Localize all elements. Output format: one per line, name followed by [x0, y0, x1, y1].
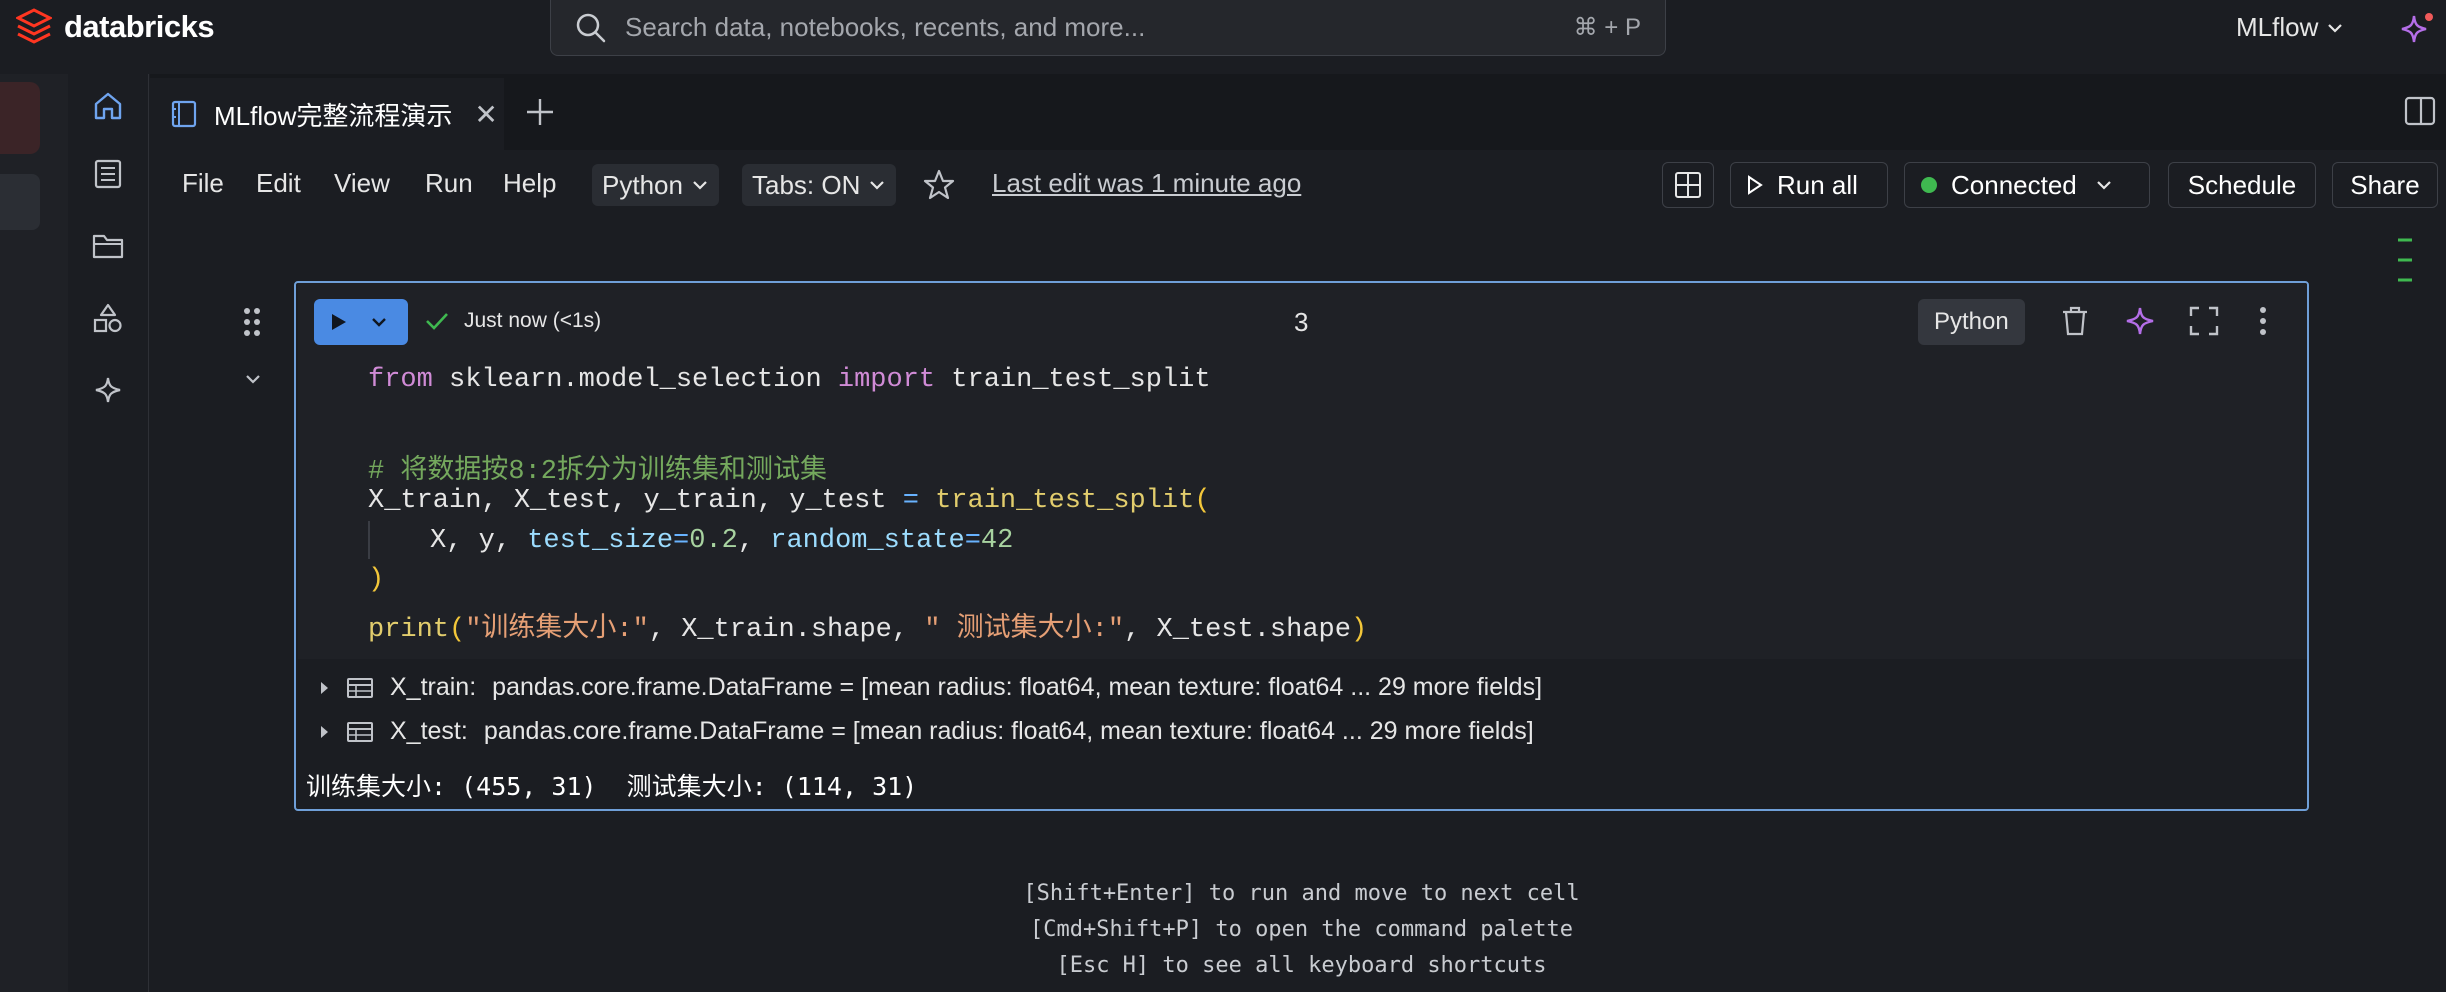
shapes-icon[interactable]: [82, 292, 134, 344]
tabs-toggle-value: Tabs: ON: [752, 169, 861, 200]
chevron-down-icon: [691, 176, 709, 194]
plus-icon[interactable]: [524, 96, 556, 128]
run-status-text: Just now (<1s): [464, 309, 602, 332]
star-icon[interactable]: [922, 168, 956, 202]
notebook-cell[interactable]: Just now (<1s) 3 Python from sklearn.mod…: [294, 281, 2309, 811]
share-button[interactable]: Share: [2332, 162, 2438, 208]
output-variable-row[interactable]: X_test: pandas.core.frame.DataFrame = [m…: [318, 717, 1534, 746]
cell-language-badge[interactable]: Python: [1918, 299, 2025, 345]
sidebar-active-item[interactable]: [0, 82, 40, 154]
more-vertical-icon[interactable]: [2258, 305, 2268, 337]
table-icon: [346, 677, 374, 699]
notebook-list-icon[interactable]: [82, 148, 134, 200]
play-icon: [330, 312, 348, 332]
code-line-7: print("训练集大小:", X_train.shape, " 测试集大小:"…: [368, 615, 1368, 645]
menu-help[interactable]: Help: [503, 168, 556, 199]
search-shortcut: ⌘ + P: [1573, 14, 1641, 41]
share-label: Share: [2350, 169, 2420, 200]
search-input[interactable]: Search data, notebooks, recents, and mor…: [550, 0, 1666, 56]
tabs-toggle[interactable]: Tabs: ON: [742, 164, 897, 206]
code-line-5: X, y, test_size=0.2, random_state=42: [430, 526, 1014, 556]
workspace-sidebar-collapsed: [0, 74, 68, 992]
sparkle-icon[interactable]: [82, 364, 134, 416]
brand-name: databricks: [64, 9, 215, 44]
search-icon: [575, 12, 607, 44]
output-variable-type: pandas.core.frame.DataFrame = [mean radi…: [492, 673, 1543, 701]
panel-toggle-icon[interactable]: [2404, 96, 2436, 126]
chevron-down-icon: [2095, 176, 2113, 194]
code-line-4: X_train, X_test, y_train, y_test = train…: [368, 486, 1211, 516]
menu-file[interactable]: File: [182, 168, 224, 199]
code-line-1: from sklearn.model_selection import trai…: [368, 365, 1211, 395]
cell-run-status: Just now (<1s): [424, 309, 601, 333]
code-line-6: ): [368, 565, 385, 595]
output-variable-type: pandas.core.frame.DataFrame = [mean radi…: [483, 717, 1534, 745]
workspace-switcher[interactable]: MLflow: [2236, 12, 2344, 43]
menu-edit[interactable]: Edit: [256, 168, 301, 199]
expand-icon[interactable]: [2188, 305, 2220, 337]
hint-line: [Cmd+Shift+P] to open the command palett…: [1029, 917, 1574, 942]
databricks-logo[interactable]: databricks: [16, 8, 215, 46]
menu-run[interactable]: Run: [425, 168, 473, 199]
keyboard-hints: [Shift+Enter] to run and move to next ce…: [0, 876, 2446, 984]
folder-icon[interactable]: [82, 220, 134, 272]
home-icon[interactable]: [82, 80, 134, 132]
tab-notebook[interactable]: MLflow完整流程演示 ✕: [150, 78, 504, 150]
code-line-3-comment: # 将数据按8:2拆分为训练集和测试集: [368, 457, 828, 487]
menu-view[interactable]: View: [334, 168, 390, 199]
assistant-sparkle-icon[interactable]: [2124, 305, 2156, 337]
schedule-label: Schedule: [2187, 169, 2297, 200]
assistant-sparkle-icon[interactable]: [2396, 12, 2436, 46]
check-icon: [424, 310, 450, 332]
output-variable-name: X_test:: [390, 717, 468, 745]
cell-stdout: 训练集大小: (455, 31) 测试集大小: (114, 31): [306, 772, 918, 801]
connected-label: Connected: [1951, 169, 2077, 200]
sidebar-item[interactable]: [0, 174, 40, 230]
workspace-name: MLflow: [2236, 12, 2319, 42]
trash-icon[interactable]: [2060, 305, 2090, 337]
caret-right-icon[interactable]: [318, 680, 330, 696]
close-icon[interactable]: ✕: [474, 98, 497, 131]
connected-status-dot: [1921, 177, 1937, 193]
output-variable-row[interactable]: X_train: pandas.core.frame.DataFrame = […: [318, 673, 1542, 702]
indent-guide: [368, 521, 370, 559]
hint-line: [Esc H] to see all keyboard shortcuts: [1056, 953, 1547, 978]
compute-connection-button[interactable]: Connected: [1904, 162, 2150, 208]
table-icon: [346, 721, 374, 743]
cell-number: 3: [1294, 307, 1309, 337]
search-placeholder: Search data, notebooks, recents, and mor…: [625, 12, 1146, 42]
language-select-value: Python: [602, 169, 683, 200]
output-variable-name: X_train:: [390, 673, 477, 701]
hint-line: [Shift+Enter] to run and move to next ce…: [1023, 881, 1580, 906]
run-all-button[interactable]: Run all: [1730, 162, 1888, 208]
chevron-down-icon: [2326, 19, 2344, 37]
databricks-logo-icon: [16, 8, 52, 46]
tab-title: MLflow完整流程演示: [214, 100, 453, 131]
cell-minimap[interactable]: [2394, 236, 2416, 286]
caret-right-icon[interactable]: [318, 724, 330, 740]
notebook-side-rail: [68, 74, 149, 992]
run-cell-button[interactable]: [314, 299, 408, 345]
drag-handle-icon[interactable]: [242, 306, 262, 338]
chevron-down-icon: [868, 176, 886, 194]
collapse-cell-chevron-icon[interactable]: [244, 370, 262, 388]
play-icon: [1747, 175, 1763, 195]
layout-button[interactable]: [1662, 162, 1714, 208]
notebook-icon: [170, 99, 198, 129]
layout-icon: [1674, 171, 1702, 199]
language-select[interactable]: Python: [592, 164, 719, 206]
last-edit-link[interactable]: Last edit was 1 minute ago: [992, 168, 1301, 199]
run-all-label: Run all: [1777, 169, 1858, 200]
chevron-down-icon: [370, 313, 388, 331]
schedule-button[interactable]: Schedule: [2168, 162, 2316, 208]
